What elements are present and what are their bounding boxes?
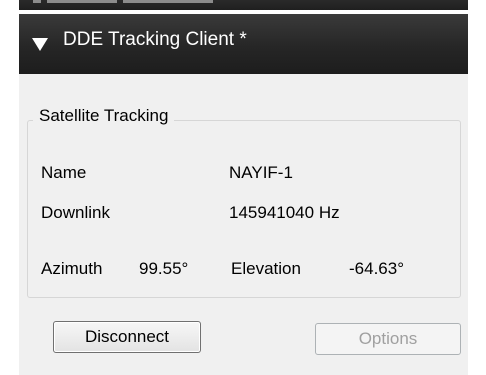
expand-arrow-icon[interactable] [32, 38, 48, 51]
name-label: Name [41, 163, 87, 182]
satellite-name-value: NAYIF-1 [229, 163, 293, 182]
tracking-panel: Satellite Tracking Name NAYIF-1 Downlink… [19, 74, 468, 375]
azimuth-value: 99.55° [139, 259, 189, 278]
azimuth-label: Azimuth [41, 259, 103, 278]
dde-tracking-client-header[interactable]: DDE Tracking Client * [19, 14, 468, 74]
section-title: DDE Tracking Client * [63, 29, 247, 50]
elevation-value: -64.63° [349, 259, 405, 278]
elevation-label: Elevation [231, 259, 301, 278]
options-button[interactable]: Options [315, 323, 461, 355]
downlink-label: Downlink [41, 203, 110, 222]
collapsed-section-title-peek [33, 0, 283, 4]
downlink-value: 145941040 Hz [229, 203, 340, 222]
group-title: Satellite Tracking [33, 105, 175, 127]
collapsed-section-header[interactable] [19, 0, 468, 10]
dde-tracking-window: DDE Tracking Client * Satellite Tracking… [0, 0, 486, 375]
disconnect-button[interactable]: Disconnect [53, 321, 201, 353]
